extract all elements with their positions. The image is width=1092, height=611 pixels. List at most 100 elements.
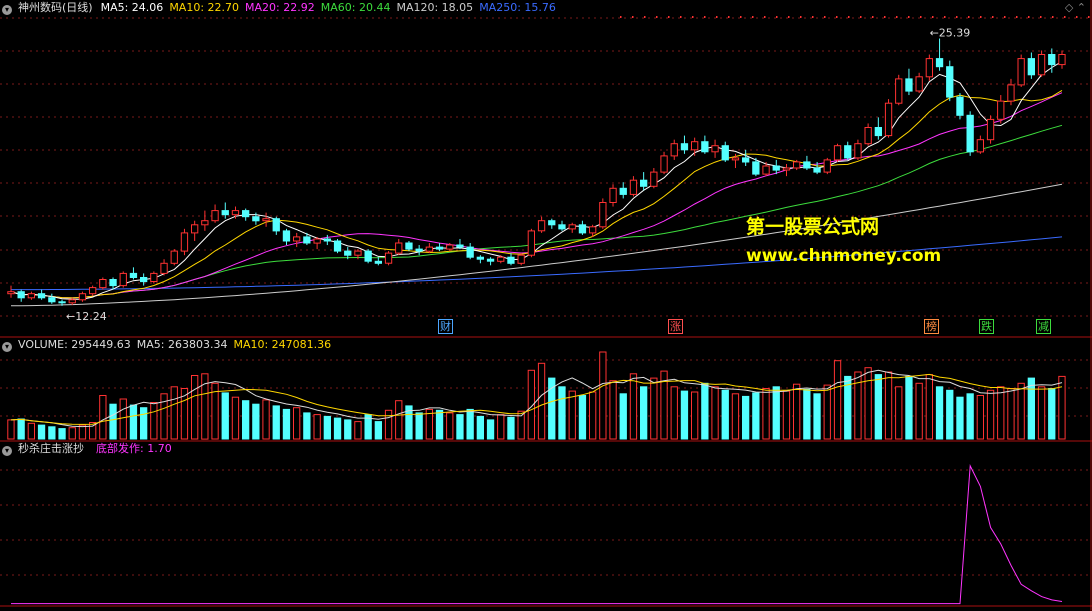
volume-bar [833, 360, 842, 440]
volume-bar [701, 382, 709, 440]
top-mark [728, 16, 730, 18]
candle-body [915, 76, 923, 92]
volume-bar [507, 416, 515, 440]
volume-bar [915, 382, 923, 440]
volume-bar [966, 393, 974, 440]
candle-body [446, 244, 454, 250]
candle-body [568, 224, 576, 230]
event-marker-2[interactable]: 榜 [924, 319, 939, 334]
candle-body [497, 256, 505, 262]
top-mark [704, 16, 706, 18]
candle-body [303, 236, 311, 244]
candle-body [548, 220, 556, 226]
volume-bar [925, 374, 934, 440]
volume-bar [558, 386, 566, 440]
top-mark [1040, 16, 1042, 18]
top-mark [764, 16, 766, 18]
volume-bar [395, 400, 403, 440]
top-mark [1088, 16, 1090, 18]
ma-legend-5: MA250: 15.76 [479, 1, 556, 14]
candle-body [333, 240, 342, 252]
candle-body [752, 161, 760, 175]
indicator-value: 底部发作: 1.70 [96, 442, 172, 455]
candle-body [109, 279, 117, 287]
volume-bar [589, 391, 597, 440]
volume-bar [650, 377, 658, 440]
volume-bar [242, 400, 250, 440]
volume-bar [323, 415, 332, 440]
high-price-label: ←25.39 [930, 27, 971, 40]
candle-body [78, 293, 87, 301]
collapse-toggle-icon[interactable]: ▾ [2, 5, 12, 15]
candle-body [415, 248, 423, 252]
event-marker-0[interactable]: 财 [438, 319, 453, 334]
volume-ma5-line [10, 369, 1063, 428]
candle-body [670, 143, 678, 157]
volume-bar [629, 373, 638, 440]
collapse-toggle-icon[interactable]: ▾ [2, 342, 12, 352]
volume-bar [150, 402, 158, 440]
volume-bar [27, 422, 36, 440]
volume-bar [956, 396, 964, 440]
candle-body [272, 218, 280, 232]
candle-body [99, 279, 107, 289]
volume-bar [772, 386, 780, 440]
volume-bar [374, 421, 383, 440]
volume-bar [303, 412, 311, 440]
volume-bar [578, 395, 587, 440]
volume-bar [293, 407, 301, 440]
candle-body [456, 244, 464, 248]
candle-body [772, 165, 780, 171]
candle-body [946, 66, 954, 98]
candle-body [466, 246, 474, 258]
volume-bar [997, 386, 1005, 440]
volume-bar [354, 421, 362, 440]
volume-bar [782, 390, 791, 440]
candle-body [721, 145, 729, 161]
candle-body [344, 250, 352, 256]
volume-bar [272, 405, 280, 440]
top-mark [668, 16, 670, 18]
candle-body [864, 127, 872, 145]
top-mark [1028, 16, 1030, 18]
volume-bar [721, 389, 729, 440]
volume-bar [711, 386, 719, 440]
volume-bar [191, 375, 199, 440]
top-mark [956, 16, 958, 18]
volume-bar [129, 404, 138, 440]
candle-body [486, 258, 495, 262]
candle-body [833, 145, 842, 161]
panel-option-icon[interactable]: ◇ ⌃ [1065, 1, 1086, 14]
top-mark [1064, 16, 1066, 18]
event-marker-4[interactable]: 减 [1036, 319, 1051, 334]
candle-body [282, 230, 291, 242]
event-marker-1[interactable]: 涨 [668, 319, 683, 334]
event-marker-3[interactable]: 跌 [979, 319, 994, 334]
candle-body [7, 291, 15, 295]
collapse-toggle-icon[interactable]: ▾ [2, 446, 12, 456]
candle-body [925, 58, 934, 78]
ma-legend-4: MA120: 18.05 [396, 1, 474, 14]
ma10-line [10, 89, 1063, 299]
candle-body [252, 216, 260, 222]
main-chart-header: ▾ 神州数码(日线) MA5: 24.06 MA10: 22.70 MA20: 22.9… [2, 1, 568, 15]
candle-body [435, 246, 444, 250]
candle-body [640, 179, 648, 187]
top-mark [716, 16, 718, 18]
indicator-name: 秒杀庄击涨抄 [18, 442, 84, 455]
candle-body [221, 210, 229, 216]
top-mark [980, 16, 982, 18]
candle-body [711, 145, 719, 153]
volume-bar [476, 415, 485, 440]
top-mark [776, 16, 778, 18]
volume-bar [609, 380, 617, 440]
top-mark [656, 16, 658, 18]
volume-bar [946, 389, 954, 440]
indicator-header: ▾ 秒杀庄击涨抄 底部发作: 1.70 [2, 442, 178, 456]
top-mark [788, 16, 790, 18]
candle-body [384, 252, 393, 264]
volume-bar [456, 414, 464, 440]
candle-body [874, 127, 883, 137]
candle-body [160, 262, 168, 274]
ma20-line [10, 92, 1063, 299]
